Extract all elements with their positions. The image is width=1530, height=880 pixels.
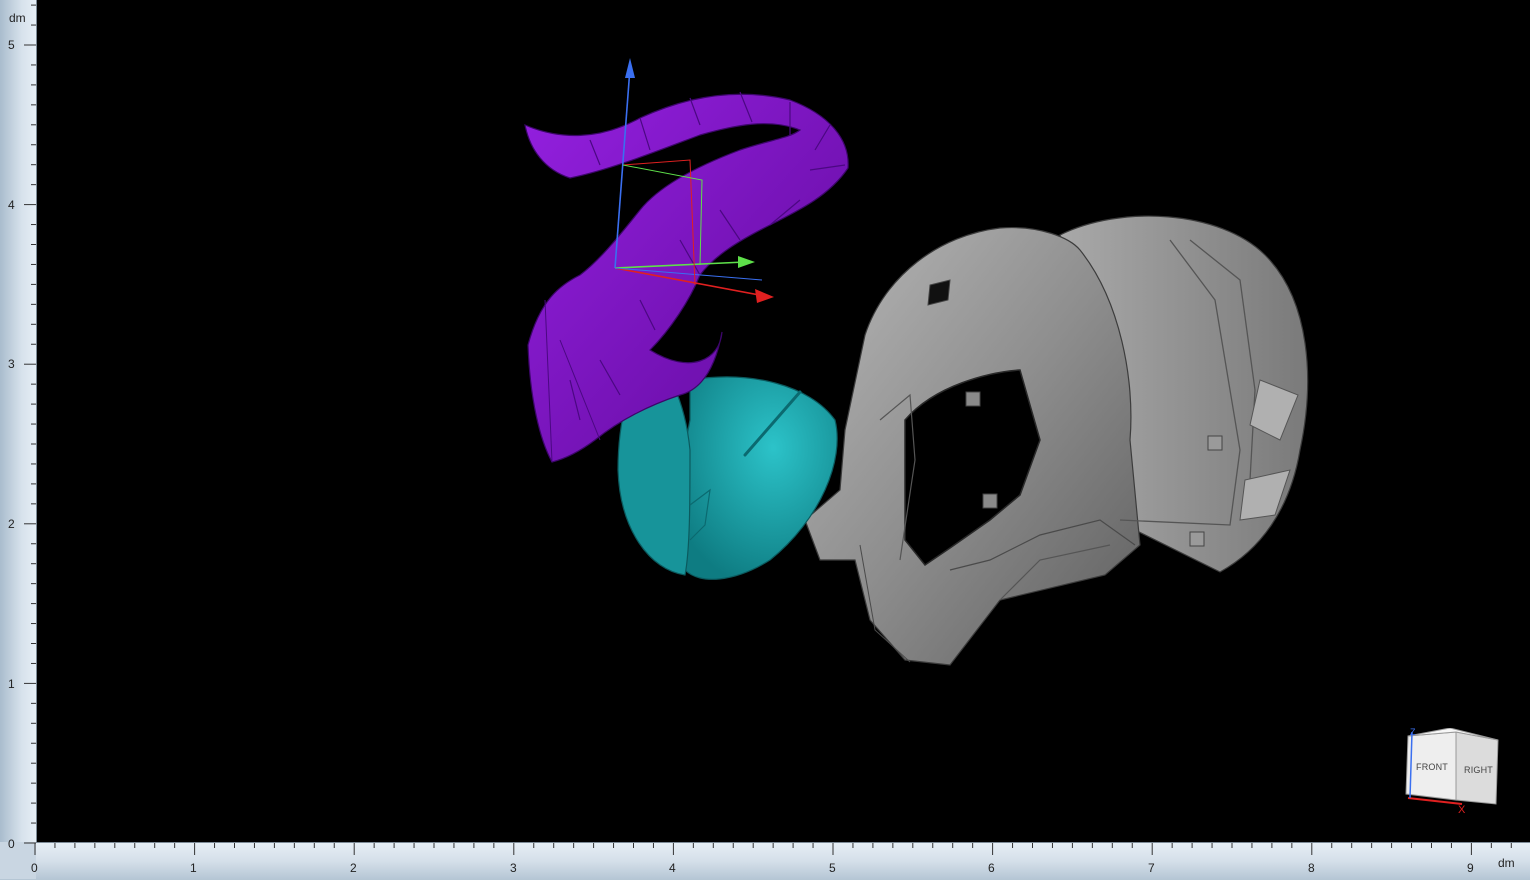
3d-viewport[interactable] [0, 0, 1530, 842]
horizontal-tick-label: 3 [510, 861, 517, 875]
view-cube[interactable]: FRONT RIGHT Z X [1400, 727, 1504, 818]
horizontal-tick-label: 0 [31, 861, 38, 875]
horizontal-tick-label: 7 [1148, 861, 1155, 875]
horizontal-tick-label: 2 [350, 861, 357, 875]
horizontal-tick-label: 9 [1467, 861, 1474, 875]
view-cube-z-label: Z [1410, 727, 1416, 737]
horizontal-ruler [0, 842, 1530, 880]
horizontal-tick-label: 4 [669, 861, 676, 875]
horizontal-unit-label: dm [1498, 856, 1515, 870]
view-cube-x-label: X [1458, 804, 1466, 816]
horizontal-tick-label: 5 [829, 861, 836, 875]
view-cube-front-label[interactable]: FRONT [1416, 762, 1448, 772]
gray-helmet-model[interactable] [804, 215, 1309, 666]
horizontal-tick-label: 8 [1308, 861, 1315, 875]
view-cube-right-label[interactable]: RIGHT [1464, 765, 1493, 775]
horizontal-tick-label: 1 [190, 861, 197, 875]
horizontal-tick-label: 6 [988, 861, 995, 875]
